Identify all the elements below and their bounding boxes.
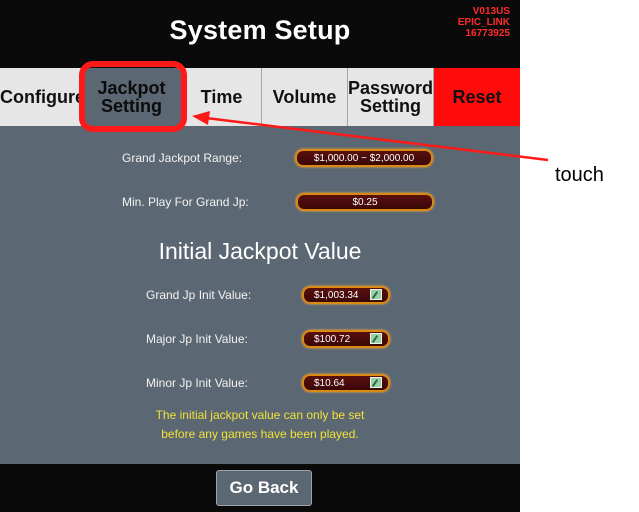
touch-annotation-label: touch: [555, 164, 604, 186]
annotation-arrow: [192, 111, 549, 162]
arrow-head-icon: [192, 111, 210, 125]
